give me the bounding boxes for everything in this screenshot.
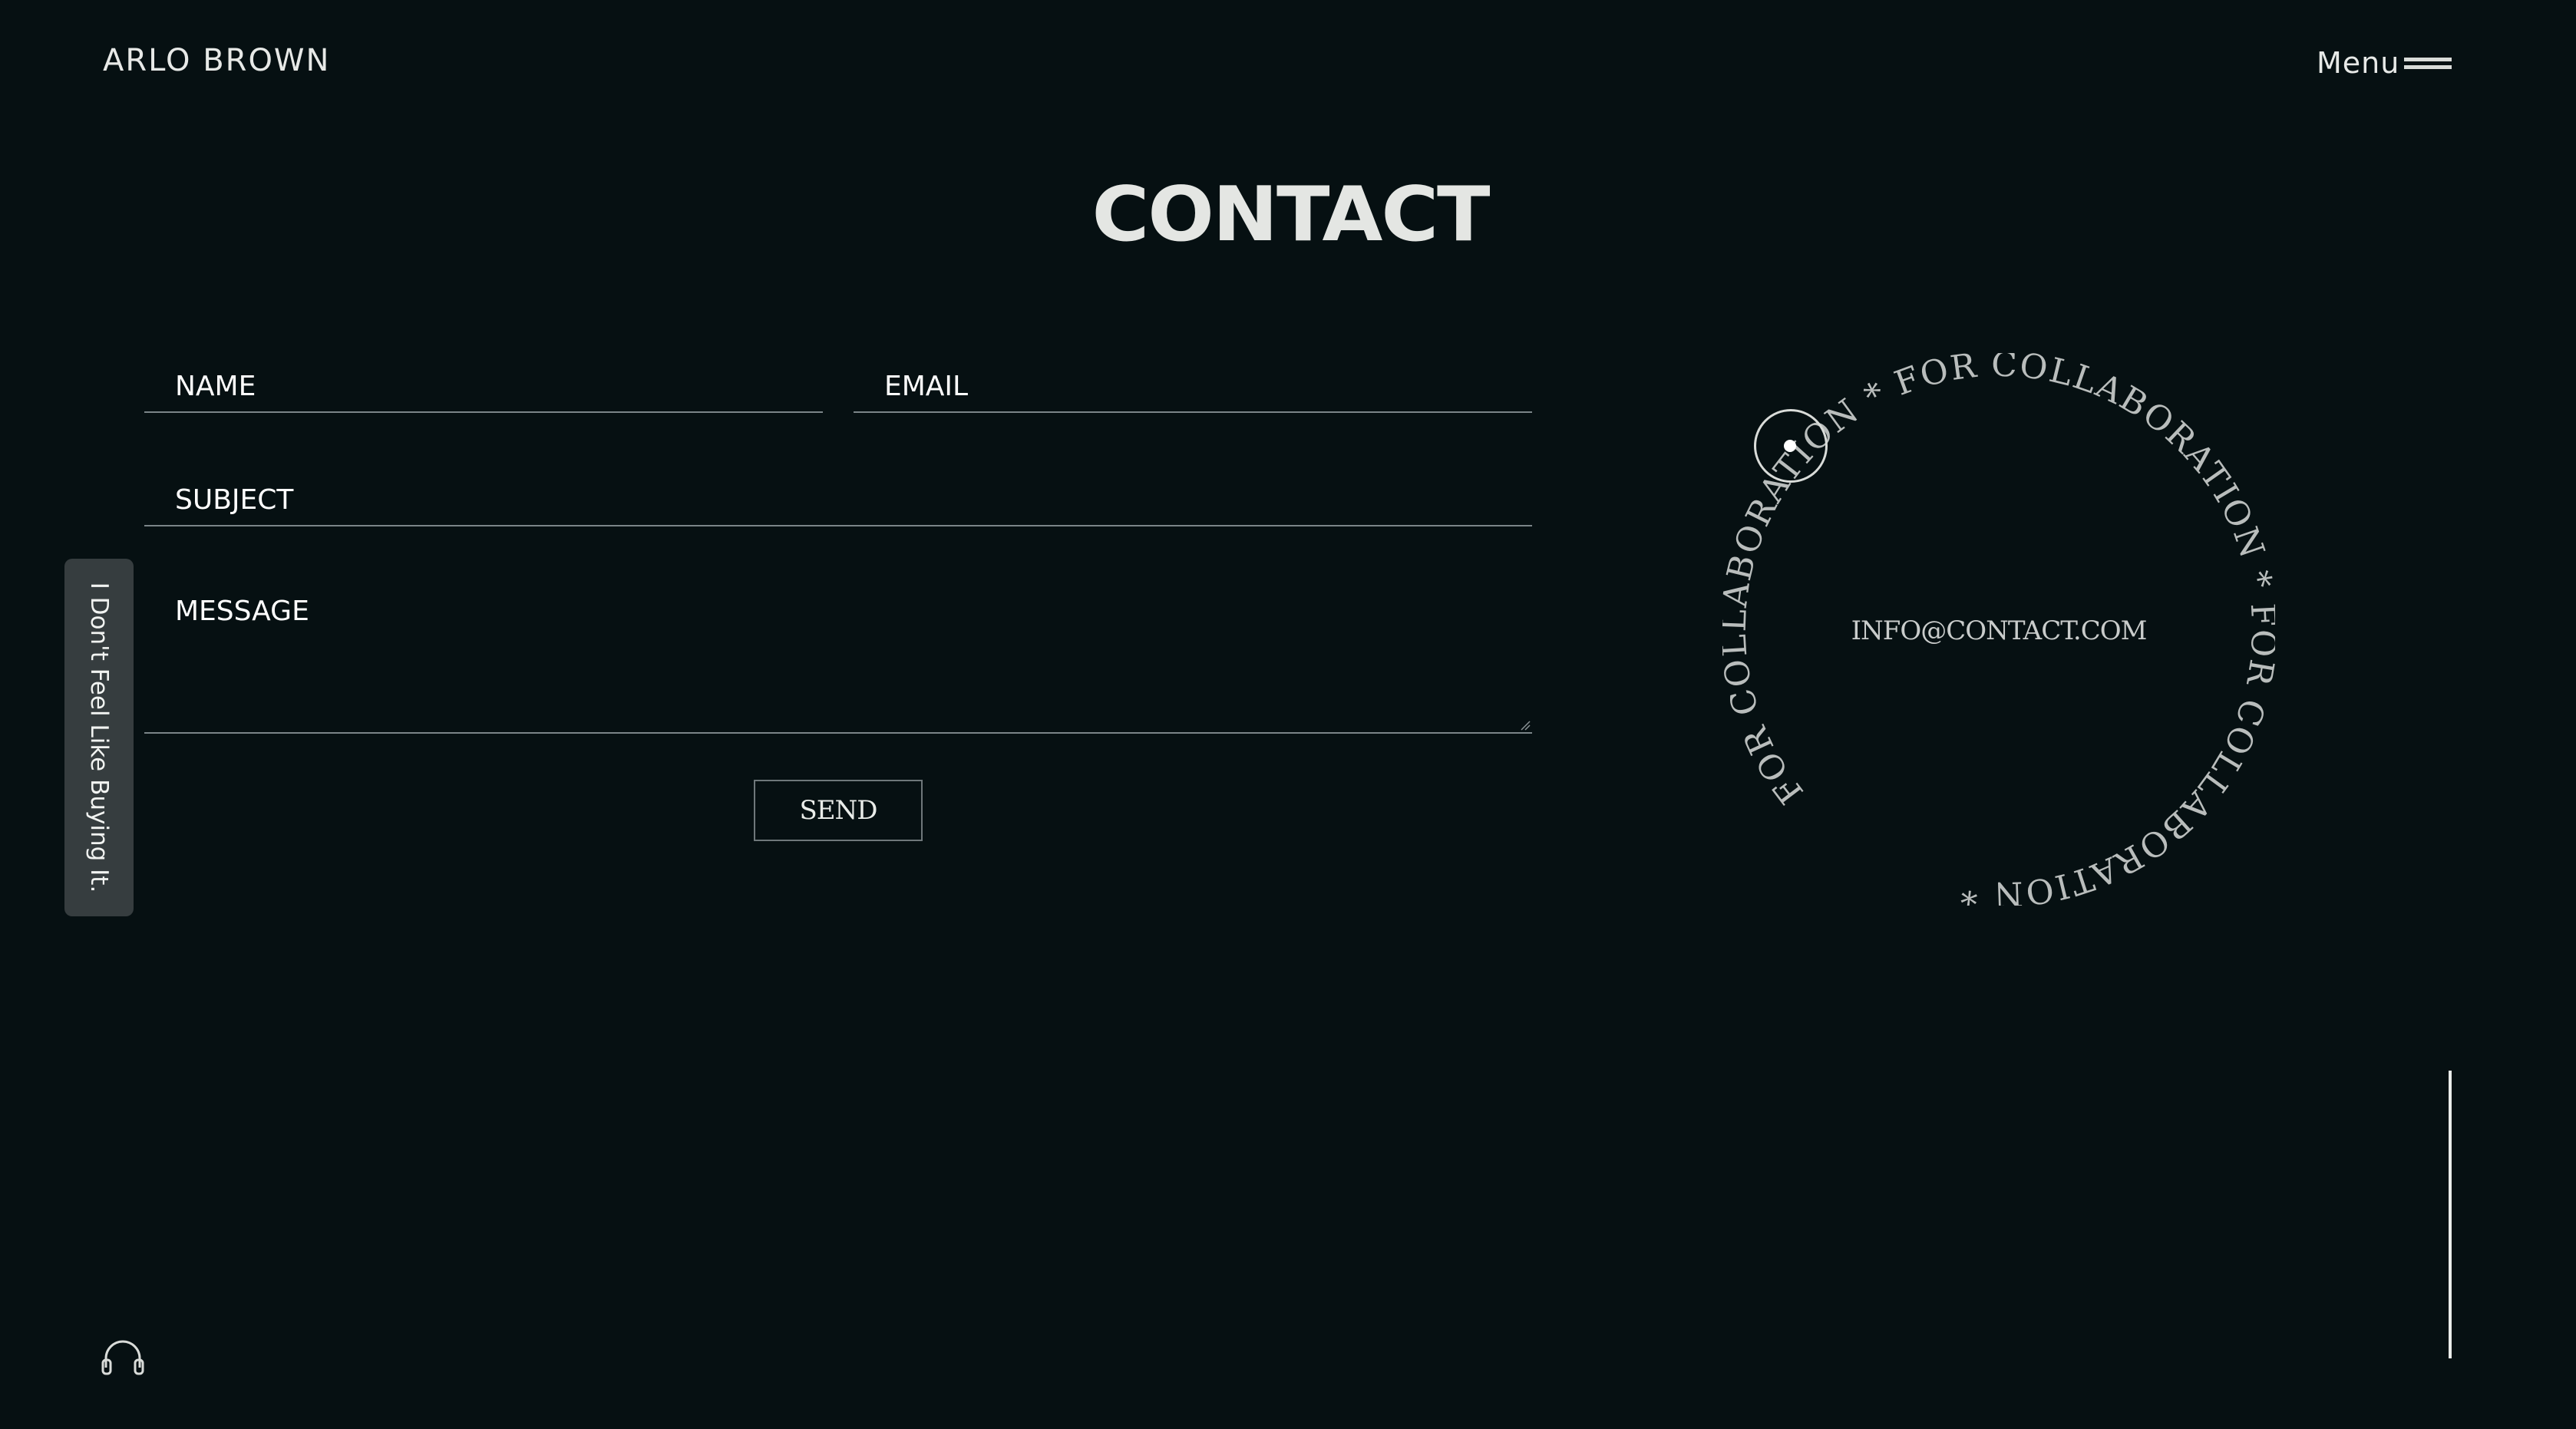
page-title: CONTACT bbox=[1091, 170, 1490, 259]
custom-cursor-dot bbox=[1784, 440, 1796, 452]
message-textarea[interactable] bbox=[144, 568, 1532, 732]
message-field-wrapper bbox=[144, 568, 1532, 734]
subject-input[interactable] bbox=[144, 454, 1532, 525]
name-field-wrapper bbox=[144, 341, 823, 413]
resize-grip-icon[interactable] bbox=[1520, 720, 1531, 731]
name-input[interactable] bbox=[144, 341, 823, 411]
scroll-indicator bbox=[2449, 1071, 2452, 1358]
email-input[interactable] bbox=[854, 341, 1532, 411]
side-feedback-tab[interactable]: I Don't Feel Like Buying It. bbox=[64, 559, 134, 916]
menu-button[interactable]: Menu bbox=[2317, 46, 2452, 80]
side-tab-label: I Don't Feel Like Buying It. bbox=[85, 582, 113, 893]
email-field-wrapper bbox=[854, 341, 1532, 413]
brand-logo[interactable]: ARLO BROWN bbox=[103, 43, 330, 78]
send-button[interactable]: SEND bbox=[754, 780, 923, 841]
contact-email-link[interactable]: INFO@CONTACT.COM bbox=[1722, 615, 2275, 646]
menu-label: Menu bbox=[2317, 46, 2400, 80]
headphones-icon[interactable] bbox=[100, 1337, 146, 1377]
hamburger-icon bbox=[2404, 58, 2452, 74]
subject-field-wrapper bbox=[144, 454, 1532, 526]
